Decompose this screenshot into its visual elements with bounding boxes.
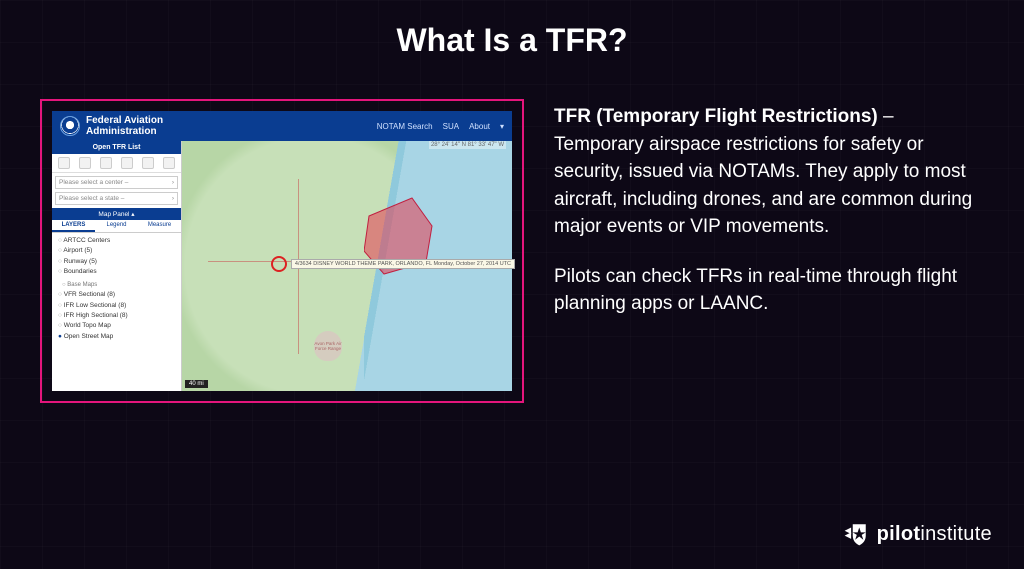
open-tfr-list-header[interactable]: Open TFR List (52, 141, 181, 154)
tool-icon[interactable] (79, 157, 91, 169)
map-panel-header[interactable]: Map Panel ▴ (52, 208, 181, 220)
layers-list: ARTCC Centers Airport (5) Runway (5) Bou… (52, 233, 181, 345)
brand-rest: institute (920, 523, 992, 545)
tfr-info-label[interactable]: 4/3634 DISNEY WORLD THEME PARK, ORLANDO,… (291, 259, 515, 269)
layer-item[interactable]: Boundaries (58, 267, 175, 277)
map-scale: 40 mi (185, 380, 208, 388)
tab-legend[interactable]: Legend (95, 220, 138, 232)
faa-seal-icon (60, 116, 80, 136)
tool-icon[interactable] (163, 157, 175, 169)
layer-item[interactable]: VFR Sectional (8) (58, 290, 175, 300)
paragraph-1: TFR (Temporary Flight Restrictions) – Te… (554, 103, 984, 241)
faa-header-bar: Federal Aviation Administration NOTAM Se… (52, 111, 512, 141)
restricted-area-blob: Avon Park Air Force Range (314, 331, 342, 361)
select-center-label: Please select a center – (59, 179, 128, 186)
chevron-down-icon: ▾ (500, 122, 504, 131)
select-center-dropdown[interactable]: Please select a center – › (55, 176, 178, 189)
nav-sua[interactable]: SUA (443, 122, 459, 131)
tfr-circle-marker[interactable] (271, 256, 287, 272)
chevron-right-icon: › (172, 195, 174, 202)
select-state-label: Please select a state – (59, 195, 124, 202)
brand-logo: pilotinstitute (843, 521, 992, 547)
tool-icon[interactable] (58, 157, 70, 169)
faa-screenshot-figure: Federal Aviation Administration NOTAM Se… (40, 99, 524, 403)
faa-sidebar: Open TFR List Please select a center –› … (52, 141, 182, 391)
tab-layers[interactable]: LAYERS (52, 220, 95, 232)
layer-item-selected[interactable]: Open Street Map (58, 332, 175, 342)
dash: – (878, 106, 894, 127)
base-maps-section: Base Maps (58, 278, 175, 291)
tool-icon[interactable] (142, 157, 154, 169)
map-canvas[interactable]: 28° 24' 14" N 81° 33' 47" W 4/3634 DISNE… (182, 141, 512, 391)
explainer-text: TFR (Temporary Flight Restrictions) – Te… (554, 99, 984, 318)
layer-item[interactable]: ARTCC Centers (58, 236, 175, 246)
brand-shield-wings-icon (843, 521, 869, 547)
body1-rest: Temporary airspace restrictions for safe… (554, 134, 972, 238)
term-bold: TFR (Temporary Flight Restrictions) (554, 106, 878, 127)
chevron-right-icon: › (172, 179, 174, 186)
slide-title: What Is a TFR? (0, 0, 1024, 59)
sidebar-toolbar (52, 154, 181, 173)
layer-item[interactable]: Runway (5) (58, 257, 175, 267)
tool-icon[interactable] (100, 157, 112, 169)
faa-app-body: Open TFR List Please select a center –› … (52, 141, 512, 391)
faa-top-nav: NOTAM Search SUA About ▾ (377, 122, 504, 131)
coordinate-readout: 28° 24' 14" N 81° 33' 47" W (429, 141, 506, 149)
layer-item[interactable]: IFR Low Sectional (8) (58, 301, 175, 311)
brand-bold: pilot (877, 523, 921, 545)
faa-org-name: Federal Aviation Administration (86, 115, 163, 137)
layer-item[interactable]: Airport (5) (58, 246, 175, 256)
content-row: Federal Aviation Administration NOTAM Se… (0, 59, 1024, 403)
tab-measure[interactable]: Measure (138, 220, 181, 232)
select-state-dropdown[interactable]: Please select a state – › (55, 192, 178, 205)
nav-notam-search[interactable]: NOTAM Search (377, 122, 433, 131)
layer-item[interactable]: World Topo Map (58, 321, 175, 331)
paragraph-2: Pilots can check TFRs in real-time throu… (554, 263, 984, 318)
layer-item[interactable]: IFR High Sectional (8) (58, 311, 175, 321)
sidebar-tabs: LAYERS Legend Measure (52, 220, 181, 233)
nav-about[interactable]: About (469, 122, 490, 131)
tool-icon[interactable] (121, 157, 133, 169)
brand-wordmark: pilotinstitute (877, 523, 992, 546)
